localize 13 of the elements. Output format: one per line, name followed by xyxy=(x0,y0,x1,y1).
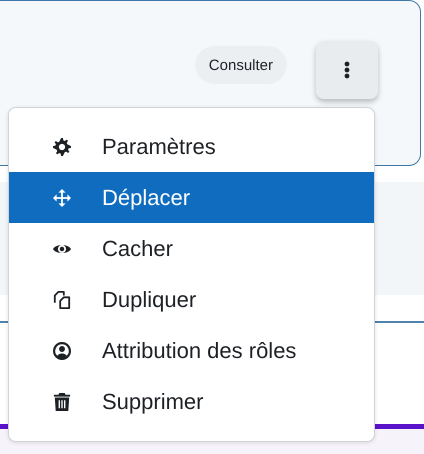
kebab-icon xyxy=(344,61,350,79)
gear-icon xyxy=(53,138,71,156)
menu-item[interactable]: Paramètres xyxy=(9,121,374,172)
move-arrows-icon xyxy=(53,188,71,206)
menu-item[interactable]: Attribution des rôles xyxy=(9,325,374,376)
menu-item[interactable]: Cacher xyxy=(9,223,374,274)
menu-item[interactable]: Déplacer xyxy=(9,172,374,223)
menu-item[interactable]: Dupliquer xyxy=(9,274,374,325)
copy-icon xyxy=(53,290,71,308)
trash-icon xyxy=(53,392,71,410)
more-button[interactable] xyxy=(316,41,378,99)
menu-item[interactable]: Supprimer xyxy=(9,376,374,427)
view-button[interactable]: Consulter xyxy=(194,46,287,84)
